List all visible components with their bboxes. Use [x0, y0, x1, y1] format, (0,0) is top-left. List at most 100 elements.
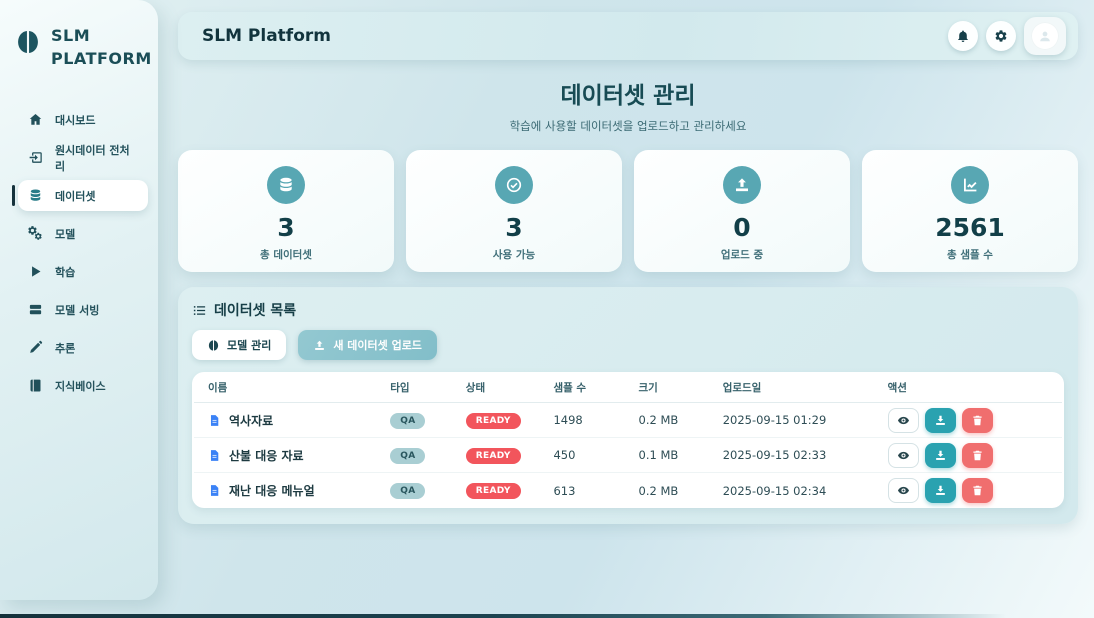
upload-dataset-button[interactable]: 새 데이터셋 업로드 [298, 330, 437, 360]
sidebar-item-training[interactable]: 학습 [18, 256, 148, 287]
download-button[interactable] [925, 443, 956, 468]
header-title: SLM Platform [202, 26, 948, 46]
samples-cell: 613 [539, 484, 624, 498]
trash-icon [971, 414, 984, 427]
type-cell: QA [376, 482, 452, 499]
stat-icon-circle [267, 166, 305, 204]
dataset-name: 역사자료 [229, 412, 273, 429]
download-button[interactable] [925, 408, 956, 433]
col-header-samples: 샘플 수 [539, 380, 624, 395]
sidebar-item-label: 대시보드 [55, 112, 95, 128]
sidebar-item-label: 학습 [55, 264, 75, 280]
notifications-button[interactable] [948, 21, 978, 51]
book-icon [28, 378, 43, 393]
col-header-name: 이름 [194, 380, 376, 395]
avatar-circle [1031, 22, 1059, 50]
dataset-name: 재난 대응 메뉴얼 [229, 482, 315, 499]
sidebar-item-label: 모델 서빙 [55, 302, 99, 318]
section-heading: 데이터셋 목록 [192, 300, 1064, 320]
stats-row: 3 총 데이터셋 3 사용 가능 0 업로드 중 2561 총 샘플 수 [178, 150, 1078, 272]
bottom-edge-strip [0, 614, 1094, 618]
stat-card-total-datasets: 3 총 데이터셋 [178, 150, 394, 272]
type-cell: QA [376, 412, 452, 429]
home-icon [28, 112, 43, 127]
person-icon [1038, 29, 1052, 43]
col-header-uploaded: 업로드일 [709, 380, 874, 395]
delete-button[interactable] [962, 478, 993, 503]
logo-line-1: SLM [51, 24, 152, 47]
sidebar-nav: 대시보드 원시데이터 전처리 데이터셋 모델 학습 모델 서빙 추론 지식베이 [0, 104, 158, 401]
sidebar: SLM PLATFORM 대시보드 원시데이터 전처리 데이터셋 모델 학습 모… [0, 0, 158, 600]
user-avatar[interactable] [1024, 17, 1066, 55]
trash-icon [971, 484, 984, 497]
page-subtitle: 학습에 사용할 데이터셋을 업로드하고 관리하세요 [178, 118, 1078, 134]
sidebar-item-label: 데이터셋 [55, 188, 95, 204]
type-badge: QA [390, 483, 425, 499]
size-cell: 0.2 MB [625, 413, 709, 427]
brain-icon [207, 339, 220, 352]
download-button[interactable] [925, 478, 956, 503]
stat-value: 3 [505, 213, 522, 242]
size-cell: 0.2 MB [625, 484, 709, 498]
actions-cell [874, 478, 1062, 503]
header-bar: SLM Platform [178, 12, 1078, 60]
download-icon [934, 484, 947, 497]
status-badge: READY [466, 448, 521, 464]
sidebar-item-label: 지식베이스 [55, 378, 106, 394]
settings-button[interactable] [986, 21, 1016, 51]
uploaded-cell: 2025-09-15 01:29 [709, 413, 874, 427]
section-buttons: 모델 관리 새 데이터셋 업로드 [192, 330, 1064, 360]
eye-icon [897, 414, 910, 427]
sidebar-item-dataset[interactable]: 데이터셋 [18, 180, 148, 211]
list-icon [192, 303, 207, 318]
file-icon [208, 483, 221, 498]
view-button[interactable] [888, 408, 919, 433]
delete-button[interactable] [962, 408, 993, 433]
sidebar-item-knowledge-base[interactable]: 지식베이스 [18, 370, 148, 401]
table-row: 역사자료 QA READY 1498 0.2 MB 2025-09-15 01:… [194, 403, 1062, 438]
upload-icon [313, 339, 326, 352]
database-icon [28, 188, 43, 203]
sidebar-item-inference[interactable]: 추론 [18, 332, 148, 363]
size-cell: 0.1 MB [625, 448, 709, 462]
stat-icon-circle [495, 166, 533, 204]
type-cell: QA [376, 447, 452, 464]
view-button[interactable] [888, 443, 919, 468]
dataset-name: 산불 대응 자료 [229, 447, 304, 464]
actions-cell [874, 408, 1062, 433]
stat-card-available: 3 사용 가능 [406, 150, 622, 272]
sidebar-item-label: 원시데이터 전처리 [55, 142, 138, 174]
app-logo: SLM PLATFORM [0, 20, 158, 70]
import-icon [28, 150, 43, 165]
type-badge: QA [390, 448, 425, 464]
dataset-name-cell: 재난 대응 메뉴얼 [194, 482, 376, 499]
sidebar-item-label: 추론 [55, 340, 75, 356]
stat-label: 사용 가능 [493, 247, 535, 262]
status-cell: READY [452, 447, 540, 464]
status-cell: READY [452, 482, 540, 499]
view-button[interactable] [888, 478, 919, 503]
sidebar-item-dashboard[interactable]: 대시보드 [18, 104, 148, 135]
stat-label: 업로드 중 [721, 247, 763, 262]
page-title: 데이터셋 관리 [178, 76, 1078, 110]
eye-icon [897, 449, 910, 462]
sidebar-item-model-serving[interactable]: 모델 서빙 [18, 294, 148, 325]
page-head: 데이터셋 관리 학습에 사용할 데이터셋을 업로드하고 관리하세요 [178, 76, 1078, 134]
download-icon [934, 414, 947, 427]
upload-icon [733, 176, 751, 194]
samples-cell: 1498 [539, 413, 624, 427]
trash-icon [971, 449, 984, 462]
pencil-icon [28, 340, 43, 355]
sidebar-item-raw-preprocess[interactable]: 원시데이터 전처리 [18, 142, 148, 173]
header-actions [948, 17, 1066, 55]
main-content: SLM Platform 데이터셋 관리 학습에 사용할 데이터셋을 업로드하고… [178, 0, 1078, 524]
sidebar-item-model[interactable]: 모델 [18, 218, 148, 249]
database-icon [277, 176, 295, 194]
delete-button[interactable] [962, 443, 993, 468]
dataset-name-cell: 역사자료 [194, 412, 376, 429]
col-header-action: 액션 [874, 380, 1062, 395]
uploaded-cell: 2025-09-15 02:34 [709, 484, 874, 498]
server-icon [28, 302, 43, 317]
model-manage-button[interactable]: 모델 관리 [192, 330, 286, 360]
brain-icon [14, 28, 42, 56]
